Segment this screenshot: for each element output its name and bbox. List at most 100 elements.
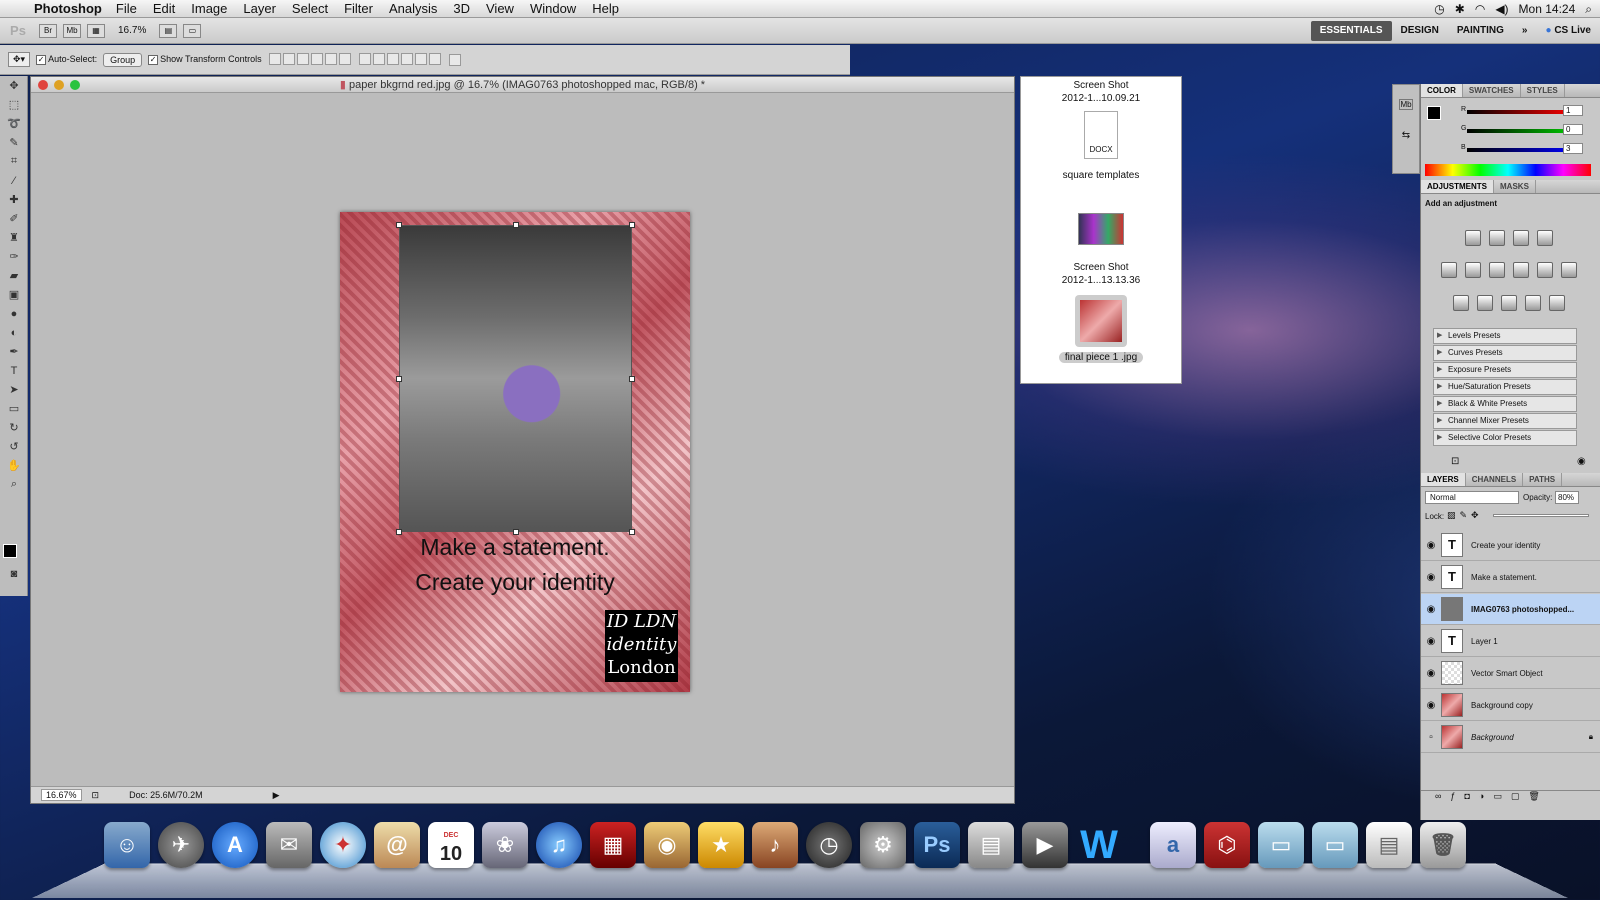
r-slider[interactable] xyxy=(1467,110,1575,114)
arrange-documents-icon[interactable]: ▤ xyxy=(159,23,178,38)
b-value-input[interactable]: 3 xyxy=(1563,143,1583,154)
mini-bridge-panel-icon[interactable]: Mb xyxy=(1399,99,1413,110)
distribute-right-icon[interactable] xyxy=(428,52,441,65)
layer-row[interactable]: ◉ T Create your identity xyxy=(1421,530,1600,561)
cs-live-button[interactable]: ● CS Live xyxy=(1536,21,1600,41)
photo-filter-adjust-icon[interactable] xyxy=(1537,262,1553,278)
layer-row[interactable]: ◉ T Layer 1 xyxy=(1421,626,1600,657)
healing-brush-tool-icon[interactable]: ✚ xyxy=(0,190,28,209)
color-balance-adjust-icon[interactable] xyxy=(1489,262,1505,278)
align-vcenter-icon[interactable] xyxy=(282,52,295,65)
tab-styles[interactable]: STYLES xyxy=(1521,84,1565,97)
bluetooth-icon[interactable]: ✱ xyxy=(1455,2,1465,16)
brush-tool-icon[interactable]: ✐ xyxy=(0,209,28,228)
adjustments-options-icon[interactable]: ◉ xyxy=(1577,456,1586,467)
gradient-map-adjust-icon[interactable] xyxy=(1525,295,1541,311)
preset-exposure[interactable]: Exposure Presets xyxy=(1433,362,1577,378)
layer-row[interactable]: ◉ T Make a statement. xyxy=(1421,562,1600,593)
address-book-dock-icon[interactable]: @ xyxy=(374,822,420,868)
itunes-dock-icon[interactable]: ♫ xyxy=(536,822,582,868)
quick-select-tool-icon[interactable]: ✎ xyxy=(0,133,28,152)
zoom-status-field[interactable]: 16.67% xyxy=(41,789,82,801)
wifi-icon[interactable]: ◠ xyxy=(1475,2,1485,16)
screenshot-thumbnail-icon[interactable] xyxy=(1078,213,1124,245)
zoom-button[interactable] xyxy=(70,80,80,90)
clip-to-layer-icon[interactable]: ⊡ xyxy=(1451,456,1459,467)
show-transform-checkbox[interactable]: ✓ Show Transform Controls xyxy=(148,54,262,65)
g-value-input[interactable]: 0 xyxy=(1563,124,1583,135)
menubar-clock[interactable]: Mon 14:24 xyxy=(1519,2,1576,16)
calendar-dock-icon[interactable]: DEC 10 xyxy=(428,822,474,868)
workspace-painting[interactable]: PAINTING xyxy=(1448,21,1513,41)
docx-document-dock-icon[interactable]: a xyxy=(1150,822,1196,868)
layer-row[interactable]: ◉ Background copy xyxy=(1421,690,1600,721)
distribute-vcenter-icon[interactable] xyxy=(372,52,385,65)
lasso-tool-icon[interactable]: ➰ xyxy=(0,114,28,133)
layer-row[interactable]: ▫ Background 🔒︎ xyxy=(1421,722,1600,753)
documents-folder-icon[interactable]: ▭ xyxy=(1312,822,1358,868)
channel-mixer-adjust-icon[interactable] xyxy=(1561,262,1577,278)
fx-icon[interactable]: ƒ xyxy=(1450,791,1464,801)
curves-adjust-icon[interactable] xyxy=(1513,230,1529,246)
gradient-tool-icon[interactable]: ▣ xyxy=(0,285,28,304)
time-machine-icon[interactable]: ◷ xyxy=(1434,2,1444,16)
visibility-toggle-empty[interactable]: ▫ xyxy=(1421,732,1441,743)
black-white-adjust-icon[interactable] xyxy=(1513,262,1529,278)
word-dock-icon[interactable]: W xyxy=(1076,822,1122,868)
imovie-dock-icon[interactable]: ★ xyxy=(698,822,744,868)
eraser-tool-icon[interactable]: ▰ xyxy=(0,266,28,285)
tab-color[interactable]: COLOR xyxy=(1421,84,1463,97)
finder-item-final-piece[interactable]: final piece 1 .jpg xyxy=(1021,351,1181,364)
tab-masks[interactable]: MASKS xyxy=(1494,180,1536,193)
app-menu[interactable]: Photoshop xyxy=(34,1,102,16)
image-capture-dock-icon[interactable]: ◉ xyxy=(644,822,690,868)
preset-levels[interactable]: Levels Presets xyxy=(1433,328,1577,344)
hand-tool-icon[interactable]: ✋ xyxy=(0,456,28,475)
iphoto-dock-icon[interactable]: ❀ xyxy=(482,822,528,868)
visibility-eye-icon[interactable]: ◉ xyxy=(1421,572,1441,583)
menu-edit[interactable]: Edit xyxy=(153,1,175,16)
distribute-top-icon[interactable] xyxy=(358,52,371,65)
threshold-adjust-icon[interactable] xyxy=(1501,295,1517,311)
visibility-eye-icon[interactable]: ◉ xyxy=(1421,604,1441,615)
safari-dock-icon[interactable]: ✦ xyxy=(320,822,366,868)
history-panel-icon[interactable]: ⇆ xyxy=(1399,130,1413,141)
visibility-eye-icon[interactable]: ◉ xyxy=(1421,668,1441,679)
visibility-eye-icon[interactable]: ◉ xyxy=(1421,636,1441,647)
shape-tool-icon[interactable]: ▭ xyxy=(0,399,28,418)
menu-select[interactable]: Select xyxy=(292,1,328,16)
align-bottom-icon[interactable] xyxy=(296,52,309,65)
distribute-bottom-icon[interactable] xyxy=(386,52,399,65)
spotlight-icon[interactable]: ⌕ xyxy=(1585,2,1592,17)
workspace-design[interactable]: DESIGN xyxy=(1392,21,1448,41)
view-extras-icon[interactable]: ▦ xyxy=(87,23,105,38)
move-tool-icon[interactable]: ✥ xyxy=(0,76,28,95)
front-row-dock-icon[interactable]: ▦ xyxy=(590,822,636,868)
menu-layer[interactable]: Layer xyxy=(243,1,276,16)
transform-handle[interactable] xyxy=(396,376,402,382)
system-preferences-dock-icon[interactable]: ⚙ xyxy=(860,822,906,868)
selected-photo-layer[interactable] xyxy=(396,222,635,535)
history-brush-tool-icon[interactable]: ✑ xyxy=(0,247,28,266)
visibility-eye-icon[interactable]: ◉ xyxy=(1421,540,1441,551)
applications-folder-icon[interactable]: ▭ xyxy=(1258,822,1304,868)
pen-tool-icon[interactable]: ✒ xyxy=(0,342,28,361)
eyedropper-tool-icon[interactable]: ⁄ xyxy=(0,171,28,190)
auto-select-checkbox[interactable]: ✓ Auto-Select: xyxy=(36,54,97,65)
opacity-slider[interactable] xyxy=(1493,514,1589,517)
align-left-icon[interactable] xyxy=(310,52,323,65)
new-group-icon[interactable]: ▭ xyxy=(1493,791,1511,801)
facetime-dock-icon[interactable]: ▶ xyxy=(1022,822,1068,868)
menu-3d[interactable]: 3D xyxy=(453,1,470,16)
layer-row-selected[interactable]: ◉ IMAG0763 photoshopped... xyxy=(1421,594,1600,625)
selective-color-adjust-icon[interactable] xyxy=(1549,295,1565,311)
menu-view[interactable]: View xyxy=(486,1,514,16)
photoshop-dock-icon[interactable]: Ps xyxy=(914,822,960,868)
posterize-adjust-icon[interactable] xyxy=(1477,295,1493,311)
visibility-eye-icon[interactable]: ◉ xyxy=(1421,700,1441,711)
screen-mode-icon[interactable]: ▭ xyxy=(183,23,202,38)
canvas-area[interactable]: Make a statement. Create your identity I… xyxy=(31,93,1014,786)
launchpad-dock-icon[interactable]: ✈ xyxy=(158,822,204,868)
finder-item-square-templates[interactable]: square templates xyxy=(1021,169,1181,182)
blur-tool-icon[interactable]: ● xyxy=(0,304,28,323)
